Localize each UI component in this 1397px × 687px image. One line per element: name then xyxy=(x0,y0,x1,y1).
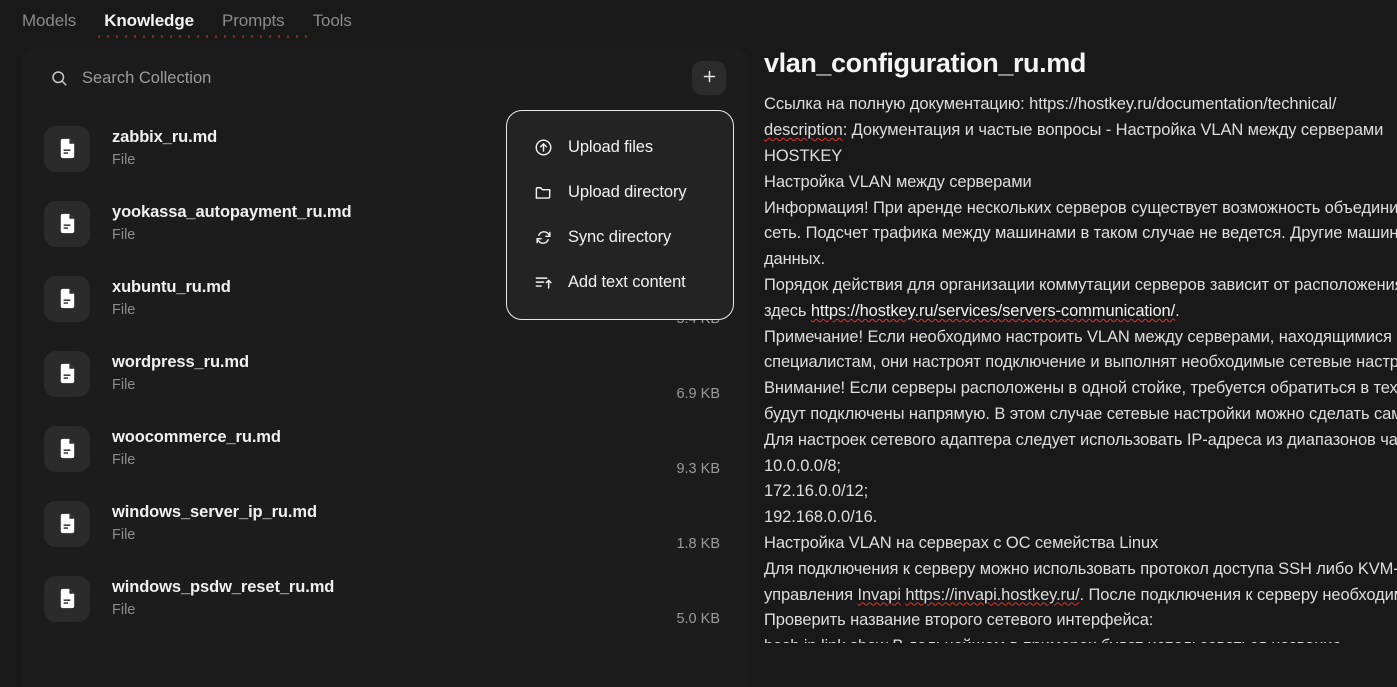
document-icon xyxy=(44,126,90,172)
list-item[interactable]: woocommerce_ru.md File 9.3 KB xyxy=(22,411,748,486)
document-icon xyxy=(44,576,90,622)
document-body[interactable]: Ссылка на полную документацию: https://h… xyxy=(764,92,1397,643)
document-line: Проверить название второго сетевого инте… xyxy=(764,608,1397,634)
document-line: Для подключения к серверу можно использо… xyxy=(764,557,1397,583)
tab-prompts[interactable]: Prompts xyxy=(222,12,285,29)
page-title: vlan_configuration_ru.md xyxy=(764,47,1397,79)
file-type: File xyxy=(112,601,676,621)
file-type: File xyxy=(112,526,676,546)
document-line: 192.168.0.0/16. xyxy=(764,505,1397,531)
file-size: 6.9 KB xyxy=(676,386,720,411)
file-meta: woocommerce_ru.md File xyxy=(112,427,676,470)
list-item[interactable]: wordpress_ru.md File 6.9 KB xyxy=(22,336,748,411)
document-line: description: Документация и частые вопро… xyxy=(764,118,1397,144)
search-input[interactable] xyxy=(82,69,692,88)
document-line: Ссылка на полную документацию: https://h… xyxy=(764,92,1397,118)
document-line-with-link: управления Invapi https://invapi.hostkey… xyxy=(764,583,1397,609)
document-line: bash ip link show В дальнейшем в примера… xyxy=(764,634,1397,643)
file-meta: windows_psdw_reset_ru.md File xyxy=(112,577,676,620)
menu-item-add-text-content[interactable]: Add text content xyxy=(507,260,733,305)
file-name: windows_psdw_reset_ru.md xyxy=(112,577,676,598)
file-size: 1.8 KB xyxy=(676,536,720,561)
menu-item-label: Add text content xyxy=(568,273,686,292)
doc-link-2[interactable]: https://invapi.hostkey.ru/ xyxy=(905,586,1079,604)
sync-icon xyxy=(533,228,553,248)
document-line: данных. xyxy=(764,247,1397,273)
menu-item-label: Sync directory xyxy=(568,228,671,247)
document-line: Для настроек сетевого адаптера следует и… xyxy=(764,428,1397,454)
file-type: File xyxy=(112,451,676,471)
file-name: windows_server_ip_ru.md xyxy=(112,502,676,523)
document-line: 172.16.0.0/12; xyxy=(764,479,1397,505)
circle-arrow-up-icon xyxy=(533,138,553,158)
tab-models[interactable]: Models xyxy=(22,12,76,29)
menu-item-sync-directory[interactable]: Sync directory xyxy=(507,215,733,260)
document-line: специалистам, они настроят подключение и… xyxy=(764,350,1397,376)
document-line-rest: : Документация и частые вопросы - Настро… xyxy=(843,121,1384,139)
document-icon xyxy=(44,426,90,472)
document-icon xyxy=(44,501,90,547)
search-row xyxy=(22,47,748,109)
plus-icon xyxy=(701,68,718,88)
file-meta: windows_server_ip_ru.md File xyxy=(112,502,676,545)
tab-tools[interactable]: Tools xyxy=(313,12,352,29)
document-line: Настройка VLAN между серверами xyxy=(764,170,1397,196)
document-line-suffix: . После подключения к серверу необходимо… xyxy=(1080,586,1397,604)
menu-item-upload-directory[interactable]: Upload directory xyxy=(507,170,733,215)
top-navigation: Models Knowledge Prompts Tools xyxy=(0,0,1397,40)
file-name: woocommerce_ru.md xyxy=(112,427,676,448)
document-line-prefix: здесь xyxy=(764,302,811,320)
add-content-button[interactable] xyxy=(692,61,726,95)
document-line: Настройка VLAN на серверах с ОС семейств… xyxy=(764,531,1397,557)
list-item[interactable]: windows_server_ip_ru.md File 1.8 KB xyxy=(22,486,748,561)
doc-link[interactable]: https://hostkey.ru/services/servers-comm… xyxy=(811,302,1175,320)
menu-item-label: Upload directory xyxy=(568,183,687,202)
document-line-prefix: управления xyxy=(764,586,857,604)
document-line: Внимание! Если серверы расположены в одн… xyxy=(764,376,1397,402)
file-name: wordpress_ru.md xyxy=(112,352,676,373)
add-content-dropdown: Upload files Upload directory Sync direc… xyxy=(506,110,734,320)
document-line-with-link: здесь https://hostkey.ru/services/server… xyxy=(764,299,1397,325)
misspelled-word: Invapi xyxy=(857,586,900,604)
menu-item-label: Upload files xyxy=(568,138,653,157)
document-line: будут подключены напрямую. В этом случае… xyxy=(764,402,1397,428)
document-line-suffix: . xyxy=(1175,302,1179,320)
file-size: 9.3 KB xyxy=(676,461,720,486)
document-icon xyxy=(44,276,90,322)
tab-knowledge[interactable]: Knowledge xyxy=(104,12,194,29)
folder-icon xyxy=(533,183,553,203)
document-line: 10.0.0.0/8; xyxy=(764,454,1397,480)
file-size: 5.0 KB xyxy=(676,611,720,636)
spellcheck-underline xyxy=(98,35,313,38)
document-line: Информация! При аренде нескольких сервер… xyxy=(764,196,1397,222)
document-icon xyxy=(44,201,90,247)
file-meta: wordpress_ru.md File xyxy=(112,352,676,395)
document-line: сеть. Подсчет трафика между машинами в т… xyxy=(764,221,1397,247)
document-line: Порядок действия для организации коммута… xyxy=(764,273,1397,299)
file-type: File xyxy=(112,376,676,396)
document-icon xyxy=(44,351,90,397)
list-item[interactable]: windows_psdw_reset_ru.md File 5.0 KB xyxy=(22,561,748,636)
text-lines-up-icon xyxy=(533,273,553,293)
document-line: HOSTKEY xyxy=(764,144,1397,170)
document-line: Примечание! Если необходимо настроить VL… xyxy=(764,325,1397,351)
document-pane: vlan_configuration_ru.md Ссылка на полну… xyxy=(764,47,1397,643)
menu-item-upload-files[interactable]: Upload files xyxy=(507,125,733,170)
search-icon xyxy=(50,69,68,87)
